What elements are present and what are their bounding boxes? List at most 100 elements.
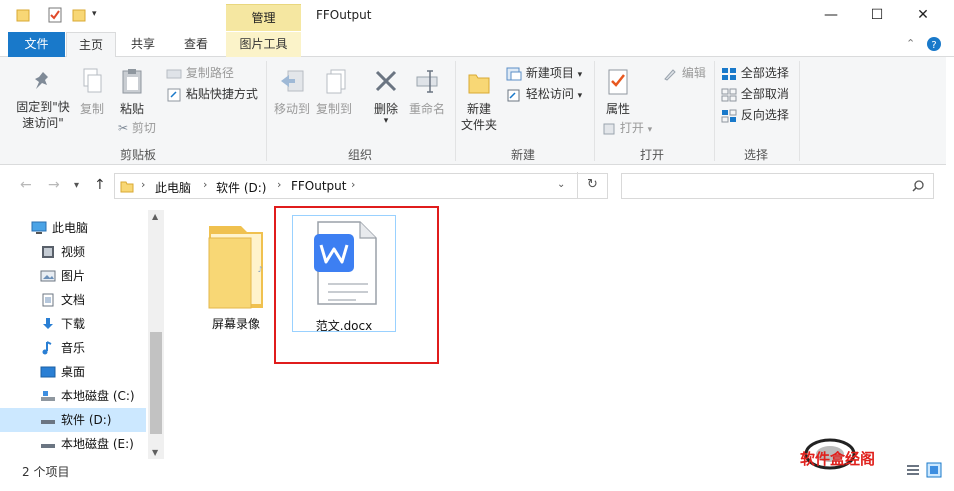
new-item-button[interactable]: 新建项目 ▾ [506,64,582,82]
delete-button[interactable]: 删除 ▾ [368,67,404,126]
cut-button[interactable]: ✂ 剪切 [118,119,156,137]
breadcrumb-chevron-icon[interactable]: › [203,178,207,191]
refresh-icon[interactable]: ↻ [587,177,598,192]
search-box[interactable] [621,173,934,199]
recent-locations-icon[interactable]: ▾ [74,180,79,191]
nav-item-drive-d[interactable]: 软件 (D:) [0,408,146,432]
clipboard-group-label: 剪贴板 [119,148,156,162]
edit-button[interactable]: 编辑 [662,64,706,82]
copy-button[interactable]: 复制 [76,67,108,117]
select-none-button[interactable]: 全部取消 [721,85,789,103]
breadcrumb-this-pc[interactable]: 此电脑 [155,179,191,196]
new-item-label: 新建项目 [525,66,574,80]
delete-dropdown-icon[interactable]: ▾ [368,117,404,126]
move-to-button[interactable]: 移动到 [272,67,312,117]
open-group-label: 打开 [639,148,664,162]
large-icons-view-icon[interactable] [926,462,942,478]
breadcrumb-chevron-icon[interactable]: › [141,178,145,191]
annotation-highlight-box [274,206,439,364]
address-bar[interactable]: › 此电脑 › 软件 (D:) › FFOutput › ⌄ ↻ [114,172,608,199]
address-divider [577,172,578,198]
easy-access-button[interactable]: 轻松访问 ▾ [506,85,582,103]
pin-quick-access-button[interactable]: 固定到"快 速访问" [12,69,74,131]
nav-item-desktop[interactable]: 桌面 [0,360,146,384]
tab-picture-tools[interactable]: 图片工具 [226,32,301,57]
address-history-dropdown-icon[interactable]: ⌄ [557,179,565,190]
nav-item-videos[interactable]: 视频 [0,240,146,264]
tab-share[interactable]: 共享 [118,32,168,57]
nav-item-downloads[interactable]: 下载 [0,312,146,336]
new-group-label: 新建 [510,148,535,162]
easy-access-dropdown-icon: ▾ [577,91,583,101]
invert-selection-button[interactable]: 反向选择 [721,106,789,124]
scrollbar-thumb[interactable] [150,332,162,434]
customize-quick-access-icon[interactable]: ▾ [92,9,97,19]
copy-to-label: 复制到 [315,102,352,116]
nav-item-label: 桌面 [61,365,86,379]
watermark-logo: 软件盒经阁 [800,432,920,472]
open-dropdown-icon: ▾ [647,125,653,135]
tab-home[interactable]: 主页 [66,32,116,58]
forward-arrow-icon[interactable]: → [48,177,60,193]
paste-shortcut-button[interactable]: 粘贴快捷方式 [166,85,258,103]
nav-item-this-pc[interactable]: 此电脑 [0,216,146,240]
drive-icon [41,444,55,448]
back-arrow-icon[interactable]: ← [20,177,32,193]
paste-button[interactable]: 粘贴 [114,67,150,117]
nav-item-drive-e[interactable]: 本地磁盘 (E:) [0,432,146,456]
nav-item-music[interactable]: 音乐 [0,336,146,360]
rename-button[interactable]: 重命名 [406,67,448,117]
close-button[interactable]: ✕ [900,0,946,32]
breadcrumb-chevron-icon[interactable]: › [351,178,355,191]
copy-icon [83,68,102,93]
nav-pane-scrollbar[interactable]: ▲ ▼ [148,210,164,460]
up-arrow-icon[interactable]: ↑ [94,177,106,193]
group-divider [714,61,715,161]
new-folder-label-line1: 新建 [466,102,491,116]
nav-item-drive-c[interactable]: 本地磁盘 (C:) [0,384,146,408]
minimize-button[interactable]: — [808,0,854,32]
maximize-button[interactable]: ☐ [854,0,900,32]
documents-folder-icon [42,293,54,307]
search-input[interactable] [626,177,906,195]
new-folder-quick-icon[interactable] [72,7,86,23]
open-button[interactable]: 打开 ▾ [602,119,652,137]
downloads-folder-icon [43,318,53,329]
scroll-down-icon[interactable]: ▼ [152,448,158,457]
select-all-icon [722,67,736,80]
search-icon[interactable] [912,180,924,192]
properties-button[interactable]: 属性 [598,67,638,117]
breadcrumb-chevron-icon[interactable]: › [277,178,281,191]
nav-item-documents[interactable]: 文档 [0,288,146,312]
collapse-ribbon-icon[interactable]: ⌃ [906,37,915,50]
organize-group-label: 组织 [347,148,372,162]
breadcrumb-drive-d[interactable]: 软件 (D:) [216,179,266,196]
copy-to-button[interactable]: 复制到 [314,67,354,117]
group-divider [799,61,800,161]
properties-check-icon[interactable] [48,7,62,23]
folder-item-screen-recording[interactable]: ♪ 屏幕录像 [194,220,278,332]
drive-icon [41,391,55,401]
copy-path-button[interactable]: 复制路径 [166,64,234,82]
open-label: 打开 [619,121,644,135]
paste-shortcut-label: 粘贴快捷方式 [185,87,258,101]
select-all-button[interactable]: 全部选择 [721,64,789,82]
scroll-up-icon[interactable]: ▲ [152,212,158,221]
nav-item-label: 下载 [61,317,86,331]
properties-icon [608,69,628,95]
nav-item-pictures[interactable]: 图片 [0,264,146,288]
video-folder-icon [42,246,54,258]
new-folder-button[interactable]: 新建 文件夹 [458,67,500,133]
tab-file[interactable]: 文件 [8,32,65,57]
nav-item-label: 音乐 [61,341,86,355]
ribbon: 固定到"快 速访问" 复制 粘贴 复制路径 粘贴快捷方式 ✂ 剪切 剪贴板 移动… [0,57,946,165]
computer-icon [31,221,47,234]
tab-view[interactable]: 查看 [170,32,222,57]
breadcrumb-ffoutput[interactable]: FFOutput [291,179,347,193]
navigation-pane: 此电脑 视频 图片 文档 下载 音乐 桌面 本地磁盘 (C:) 软件 (D:) … [0,206,166,460]
copy-to-icon [326,69,346,94]
nav-item-label: 图片 [61,269,86,283]
folder-icon[interactable] [16,7,30,23]
svg-text:?: ? [931,40,936,51]
help-icon[interactable]: ? [927,37,941,51]
